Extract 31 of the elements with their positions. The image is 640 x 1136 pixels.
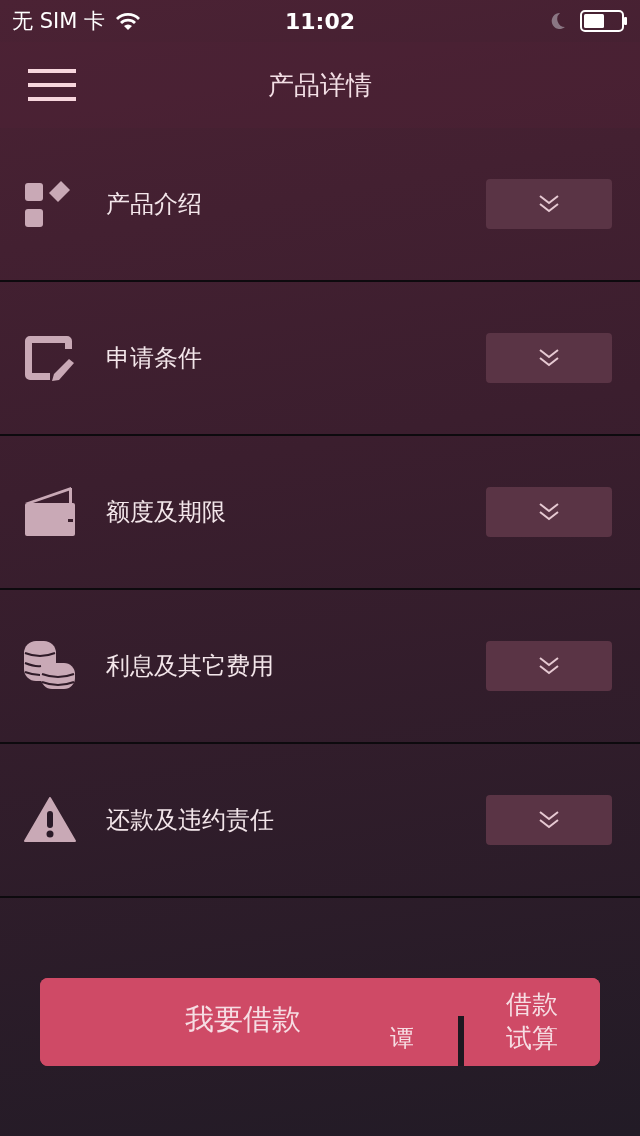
section-label: 产品介绍 <box>106 189 203 220</box>
warning-icon <box>24 797 76 843</box>
chevron-down-icon <box>538 810 560 830</box>
stray-glyph: 谭 <box>390 1023 414 1054</box>
chevron-down-icon <box>538 656 560 676</box>
section-row[interactable]: 申请条件 <box>0 282 640 436</box>
expand-button[interactable] <box>486 333 612 383</box>
section-label: 额度及期限 <box>106 497 227 528</box>
section-row[interactable]: 产品介绍 <box>0 128 640 282</box>
coins-icon <box>24 641 76 691</box>
chevron-down-icon <box>538 194 560 214</box>
section-row[interactable]: 还款及违约责任 <box>0 744 640 898</box>
menu-button[interactable] <box>28 69 76 101</box>
section-row[interactable]: 额度及期限 <box>0 436 640 590</box>
expand-button[interactable] <box>486 179 612 229</box>
expand-button[interactable] <box>486 487 612 537</box>
expand-button[interactable] <box>486 641 612 691</box>
wallet-icon <box>24 487 76 537</box>
edit-icon <box>24 335 76 381</box>
battery-icon <box>580 10 628 32</box>
section-label: 申请条件 <box>106 343 203 374</box>
section-label: 利息及其它费用 <box>106 651 275 682</box>
wifi-icon <box>115 11 141 31</box>
chevron-down-icon <box>538 502 560 522</box>
clock-time: 11:02 <box>284 8 356 34</box>
carrier-label: 无 SIM 卡 <box>12 8 105 35</box>
section-row[interactable]: 利息及其它费用 <box>0 590 640 744</box>
chevron-down-icon <box>538 348 560 368</box>
section-label: 还款及违约责任 <box>106 805 275 836</box>
page-title: 产品详情 <box>267 68 373 102</box>
expand-button[interactable] <box>486 795 612 845</box>
